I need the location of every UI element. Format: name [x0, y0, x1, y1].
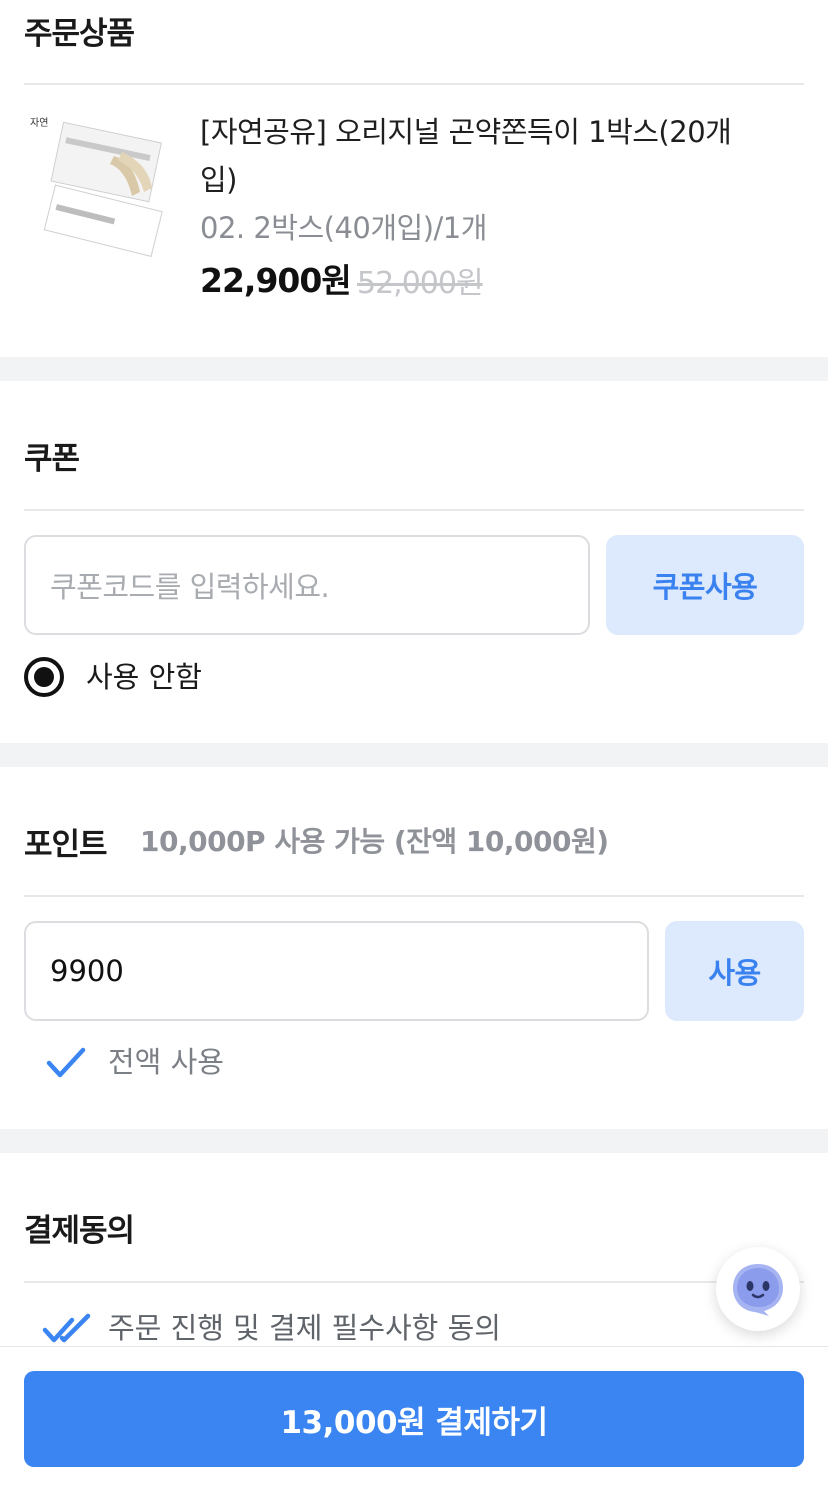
coupon-code-input[interactable]: 쿠폰코드를 입력하세요.	[24, 535, 590, 635]
divider	[24, 1281, 804, 1283]
order-title: 주문상품	[24, 16, 135, 52]
coupon-input-placeholder: 쿠폰코드를 입력하세요.	[50, 570, 330, 604]
product-thumbnail[interactable]: 자연	[24, 112, 168, 272]
section-gap	[0, 1129, 828, 1153]
divider	[24, 509, 804, 511]
point-amount-input[interactable]: 9900	[24, 921, 649, 1021]
check-icon[interactable]	[46, 1046, 86, 1080]
product-name: [자연공유] 오리지널 곤약쫀득이 1박스(20개입)	[200, 115, 732, 197]
chatbot-icon[interactable]	[716, 1247, 800, 1331]
section-gap	[0, 357, 828, 381]
point-available-text: 10,000P 사용 가능 (잔액 10,000원)	[140, 825, 609, 858]
product-option: 02. 2박스(40개입)/1개	[200, 211, 487, 245]
coupon-title: 쿠폰	[24, 441, 80, 477]
radio-selected-icon[interactable]	[24, 657, 64, 697]
svg-text:자연: 자연	[30, 117, 48, 129]
point-title: 포인트	[24, 827, 108, 863]
agreement-title: 결제동의	[24, 1213, 135, 1249]
point-apply-button[interactable]: 사용	[665, 921, 804, 1021]
use-all-points-label[interactable]: 전액 사용	[108, 1040, 224, 1084]
section-gap	[0, 743, 828, 767]
coupon-none-label[interactable]: 사용 안함	[86, 657, 202, 697]
coupon-apply-button[interactable]: 쿠폰사용	[606, 535, 804, 635]
product-price: 22,900원	[200, 261, 352, 300]
pay-button[interactable]: 13,000원 결제하기	[24, 1371, 804, 1467]
double-check-icon[interactable]	[42, 1312, 92, 1346]
product-original-price: 52,000원	[357, 266, 484, 301]
order-section: 주문상품 자연 [자연공유] 오리지널 곤약쫀득이 1박스(20개입) 02. …	[0, 0, 828, 357]
point-input-value: 9900	[50, 954, 124, 988]
divider	[24, 83, 804, 85]
agreement-item-label[interactable]: 주문 진행 및 결제 필수사항 동의	[108, 1306, 501, 1350]
divider	[24, 895, 804, 897]
